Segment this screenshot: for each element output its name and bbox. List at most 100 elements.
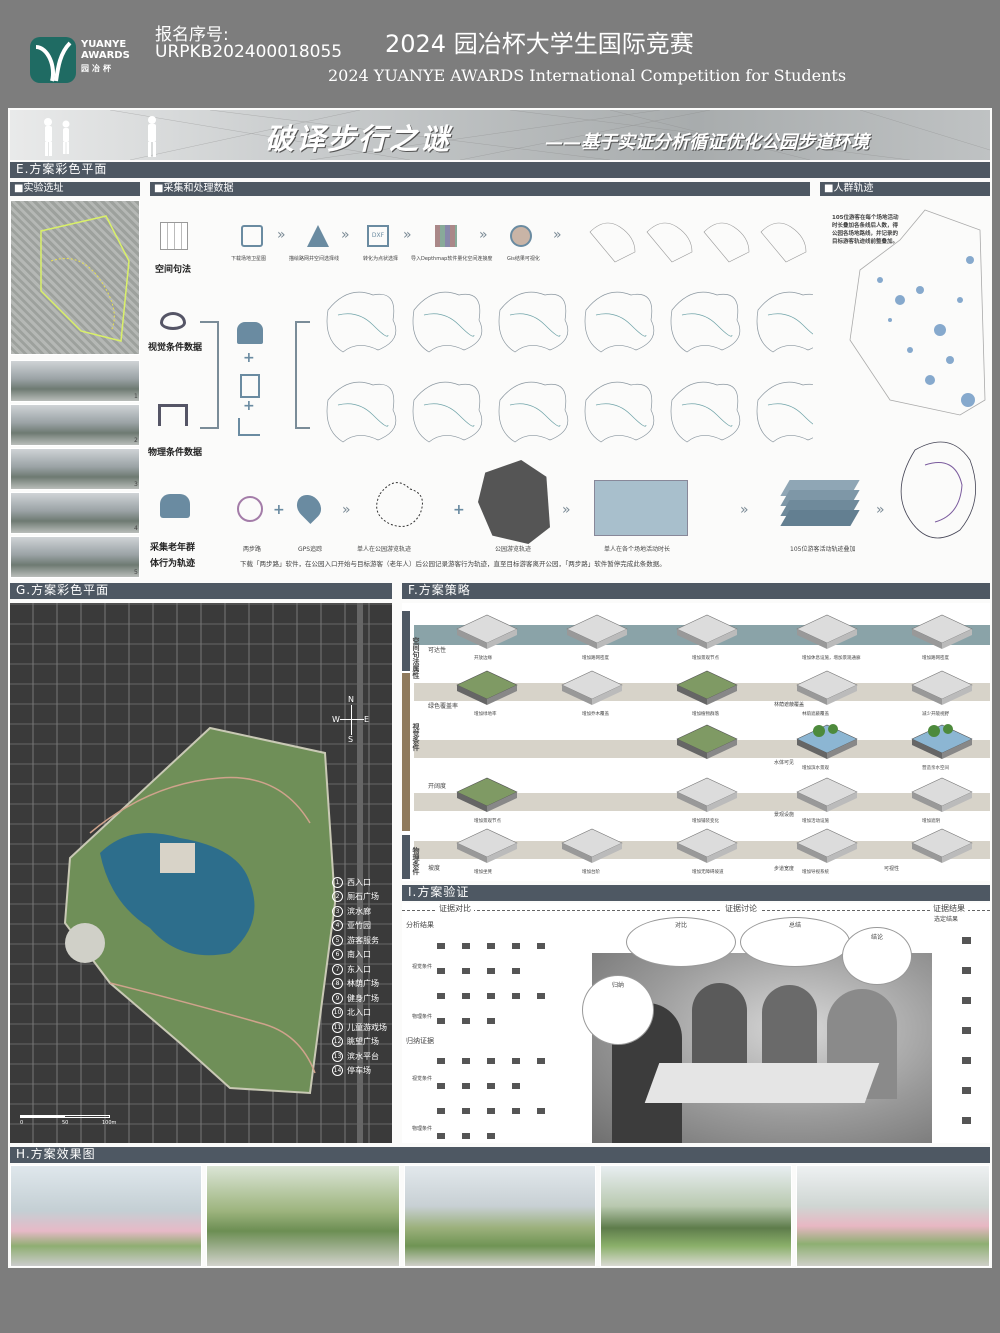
chevron-icon: » bbox=[403, 227, 412, 243]
side-label: 视觉条件 bbox=[412, 723, 420, 751]
evidence-icon-grid bbox=[437, 943, 545, 1139]
left-icon-label: 坡度 bbox=[428, 865, 441, 872]
syntax-maps bbox=[585, 212, 810, 272]
path-step-label: GPS追踪 bbox=[298, 546, 323, 553]
site-aerial-map bbox=[10, 200, 140, 355]
rendering-image bbox=[600, 1165, 792, 1267]
path-step-label: 两步路 bbox=[243, 546, 262, 553]
space-syntax-icon bbox=[160, 222, 188, 250]
section-e-title: E.方案彩色平面 bbox=[10, 162, 990, 178]
strategy-caption: 营造亲水空间 bbox=[922, 766, 949, 771]
walking-figures-icon bbox=[30, 114, 170, 158]
plus-icon: + bbox=[243, 398, 255, 414]
strategy-caption: 增加坐凳 bbox=[474, 870, 492, 875]
photo-number: 3 bbox=[134, 481, 138, 488]
left-icon-label: 可达性 bbox=[428, 647, 447, 654]
footer bbox=[0, 1270, 1000, 1333]
compass-e: E bbox=[364, 715, 370, 724]
discussion-bubble: 对比 bbox=[626, 917, 736, 967]
step-label: 导入Depthmap软件量化空间连接度 bbox=[411, 256, 493, 262]
right-icon-label: 林荫遮蔽覆盖 bbox=[774, 702, 805, 708]
download-icon bbox=[241, 225, 263, 247]
right-icon-label: 水体可见 bbox=[774, 760, 795, 766]
legend-item: 1 西入口 bbox=[332, 875, 392, 890]
side-label: 空间句法属性 bbox=[412, 637, 420, 679]
renderings bbox=[10, 1165, 990, 1267]
left-icon-label: 开阔度 bbox=[428, 783, 447, 790]
title-cn: 2024 园冶杯大学生国际竞赛 bbox=[385, 30, 694, 58]
elder-group-icon bbox=[160, 494, 190, 518]
legend-item: 7 东入口 bbox=[332, 962, 392, 977]
right-icon-label: 步道宽度 bbox=[774, 866, 795, 872]
side-bar-visual bbox=[402, 673, 410, 831]
depthmap-icon bbox=[435, 225, 457, 247]
chevron-icon: » bbox=[342, 502, 351, 518]
step-label: 描绘路网并空间选择线 bbox=[289, 256, 340, 262]
chevron-icon: » bbox=[740, 502, 749, 518]
strategy-caption: 增加植物群落 bbox=[692, 712, 719, 717]
chart-icon bbox=[238, 418, 260, 436]
plan-legend: 1 西入口 2 厕石广场 3 滨水廊 4 亚竹园 5 游客服务 6 南入口 7 东入口 8 林荫… bbox=[332, 875, 392, 1078]
header: YUANYE AWARDS 园冶杯 报名序号: URPKB20240001805… bbox=[0, 0, 1000, 108]
chevron-icon: » bbox=[479, 227, 488, 243]
chevron-icon: » bbox=[562, 502, 571, 518]
strategy-caption: 增加路网密度 bbox=[582, 656, 609, 661]
title-en: 2024 YUANYE AWARDS International Competi… bbox=[328, 66, 847, 85]
compass-n: N bbox=[348, 695, 354, 704]
site-photo bbox=[10, 404, 140, 446]
physical-data-label: 物理条件数据 bbox=[148, 448, 203, 458]
compass-w: W bbox=[332, 715, 340, 724]
row-label: 物理条件 bbox=[412, 1126, 433, 1132]
col-evidence-compare: 证据对比 bbox=[436, 905, 474, 913]
legend-item: 8 林荫广场 bbox=[332, 977, 392, 992]
legend-item: 12 眺望广场 bbox=[332, 1036, 379, 1048]
legend-item: 10 北入口 bbox=[332, 1007, 371, 1019]
col-result-sub: 选定结果 bbox=[934, 916, 959, 923]
banner: 破译步行之谜 ——基于实证分析循证优化公园步道环境 bbox=[10, 110, 990, 160]
strategy-caption: 增加绿地率 bbox=[474, 712, 497, 717]
bench-icon bbox=[158, 404, 188, 426]
col-evidence-result: 证据结果 bbox=[930, 905, 968, 913]
site-photos: 1 2 3 4 5 bbox=[10, 360, 140, 580]
strategy-caption: 增加遮阴 bbox=[922, 819, 940, 824]
site-photo bbox=[10, 536, 140, 578]
validation-panel: 证据对比 证据讨论 证据结果 选定结果 分析结果 归纳证据 视觉条件 物理条件 … bbox=[402, 903, 990, 1143]
timeline-line bbox=[402, 910, 990, 911]
space-syntax-label: 空间句法 bbox=[155, 265, 192, 275]
photo-number: 1 bbox=[134, 393, 138, 400]
compass-s: S bbox=[348, 735, 354, 744]
induction-label: 归纳证据 bbox=[406, 1037, 434, 1045]
rendering-image bbox=[10, 1165, 202, 1267]
strategy-caption: 增加滨水景观 bbox=[802, 766, 829, 771]
scale-bar: 0 50 100m bbox=[20, 1115, 120, 1129]
banner-subtitle: ——基于实证分析循证优化公园步道环境 bbox=[545, 132, 869, 153]
legend-item: 14 停车场 bbox=[332, 1065, 371, 1077]
logo-icon bbox=[30, 37, 76, 83]
crowd-label: ■人群轨迹 bbox=[820, 182, 990, 196]
compass-icon: N W E S bbox=[332, 695, 372, 745]
col-evidence-discuss: 证据讨论 bbox=[722, 905, 760, 913]
elder-label-1: 采集老年群 bbox=[150, 543, 196, 553]
strategy-caption: 增加无障碍坡道 bbox=[692, 870, 724, 875]
strategy-caption: 增加休息设施，增加景观通廊 bbox=[802, 656, 861, 661]
master-plan: N W E S 1 西入口 2 厕石广场 3 滨水廊 4 亚竹园 5 游客服务 6 南入口 … bbox=[10, 603, 392, 1143]
path-caption: 下载「两步路」软件，在公园入口开始与目标游客（老年人）后公园记录游客行为轨迹，直… bbox=[240, 560, 666, 568]
logo-line1: YUANYE bbox=[81, 39, 127, 50]
legend-item: 4 亚竹园 bbox=[332, 919, 392, 934]
single-track-map bbox=[376, 482, 423, 527]
photo-number: 5 bbox=[134, 569, 138, 576]
side-label: 物理条件 bbox=[412, 847, 420, 875]
site-photo bbox=[10, 492, 140, 534]
step-label: 下载场地卫星图 bbox=[231, 256, 267, 262]
data-label: ■采集和处理数据 bbox=[150, 182, 810, 196]
strategy-caption: 林荫遮蔽覆盖 bbox=[802, 712, 829, 717]
step-label: Gis结果可视化 bbox=[507, 256, 540, 262]
logo: YUANYE AWARDS 园冶杯 bbox=[26, 33, 138, 85]
strategy-caption: 增加导视系统 bbox=[802, 870, 829, 875]
discussion-bubble: 归纳 bbox=[582, 975, 654, 1045]
park-map-grid bbox=[326, 291, 813, 443]
site-label: ■实验选址 bbox=[10, 182, 140, 196]
row-label: 物理条件 bbox=[412, 1014, 433, 1020]
legend-item: 11 儿童游戏场 bbox=[332, 1021, 387, 1033]
row-label: 视觉条件 bbox=[412, 1076, 433, 1082]
